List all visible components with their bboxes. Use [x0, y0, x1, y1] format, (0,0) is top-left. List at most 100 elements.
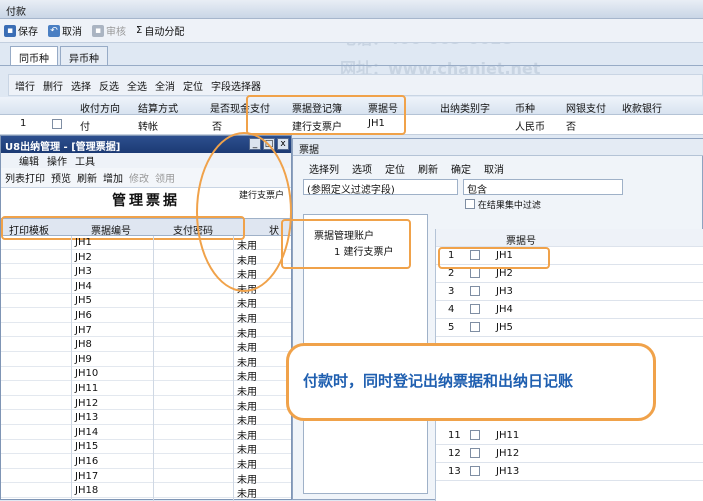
collect-button[interactable]: 领用: [155, 170, 175, 185]
row-checkbox[interactable]: [470, 466, 480, 476]
select-columns-button[interactable]: 选择列: [309, 161, 339, 177]
add-button[interactable]: 增加: [103, 170, 123, 185]
table-row[interactable]: 4 JH4: [436, 301, 703, 319]
row-checkbox[interactable]: [52, 119, 62, 129]
row-number: 11: [448, 430, 461, 441]
list-print-button[interactable]: 列表打印: [5, 170, 45, 185]
invert-select-button[interactable]: 反选: [99, 78, 119, 93]
bill-number: JH6: [75, 310, 92, 321]
bill-number: JH11: [75, 383, 99, 394]
filter-in-results-checkbox[interactable]: 在结果集中过滤: [465, 198, 541, 211]
refresh-button[interactable]: 刷新: [77, 170, 97, 185]
checkbox[interactable]: [465, 199, 475, 209]
add-row-button[interactable]: 增行: [15, 78, 35, 93]
tab-diff-currency[interactable]: 异币种: [60, 46, 108, 65]
undo-icon: ↶: [48, 24, 60, 37]
delete-row-button[interactable]: 删行: [43, 78, 63, 93]
bill-status: 未用: [237, 299, 257, 311]
confirm-button[interactable]: 确定: [451, 161, 471, 177]
note-button[interactable]: ▪ 审核: [92, 23, 126, 38]
bill-number: JH7: [75, 324, 92, 336]
save-button[interactable]: ▪ 保存: [4, 23, 38, 38]
bill-number: JH9: [75, 353, 92, 365]
list-item[interactable]: JH14 未用: [1, 426, 291, 442]
row-checkbox[interactable]: [470, 448, 480, 458]
clear-all-button[interactable]: 全消: [155, 78, 175, 93]
bill-status: 未用: [237, 387, 257, 398]
tab-same-currency[interactable]: 同币种: [10, 46, 58, 65]
filter-field-select[interactable]: (参照定义过滤字段): [303, 179, 458, 196]
list-item[interactable]: JH9 未用: [1, 353, 291, 369]
field-selector-button[interactable]: 字段选择器: [211, 78, 261, 93]
auto-assign-button[interactable]: Σ 自动分配: [136, 23, 184, 38]
bill-number: JH14: [75, 426, 99, 438]
bill-number: JH15: [75, 441, 99, 453]
bill-number: JH12: [496, 448, 520, 459]
window-title: 付款: [0, 0, 703, 19]
locate-button[interactable]: 定位: [183, 78, 203, 93]
close-icon[interactable]: x: [277, 138, 289, 150]
row-checkbox[interactable]: [470, 268, 480, 278]
edit-button[interactable]: 修改: [129, 170, 149, 185]
row-checkbox[interactable]: [470, 322, 480, 332]
bill-number: JH10: [75, 368, 99, 380]
bill-status: 未用: [237, 474, 257, 486]
list-item[interactable]: JH13 未用: [1, 412, 291, 427]
row-checkbox[interactable]: [470, 430, 480, 440]
table-row[interactable]: 3 JH3: [436, 283, 703, 301]
list-item[interactable]: JH15 未用: [1, 441, 291, 456]
list-item[interactable]: JH17 未用: [1, 470, 291, 486]
bill-number: JH17: [75, 470, 99, 482]
menu-operate[interactable]: 操作: [47, 153, 67, 168]
row-checkbox[interactable]: [470, 304, 480, 314]
list-item[interactable]: JH18 未用: [1, 485, 291, 500]
right-menu: 选择列 选项 定位 刷新 确定 取消: [293, 161, 703, 177]
bill-number: JH5: [496, 322, 513, 333]
cancel-button[interactable]: 取消: [484, 161, 504, 177]
table-row[interactable]: 5 JH5: [436, 319, 703, 337]
locate-button[interactable]: 定位: [385, 161, 405, 177]
row-number: 2: [448, 268, 455, 279]
refresh-button[interactable]: 刷新: [418, 161, 438, 177]
table-row[interactable]: 13 JH13: [436, 463, 703, 481]
select-all-button[interactable]: 全选: [127, 78, 147, 93]
bill-status: 未用: [237, 328, 257, 340]
row-number: 5: [448, 322, 455, 333]
menu-edit[interactable]: 编辑: [19, 153, 39, 168]
bill-status: 未用: [237, 430, 257, 442]
highlight-tree: [281, 219, 411, 269]
filter-op-select[interactable]: 包含: [463, 179, 623, 196]
list-item[interactable]: JH10 未用: [1, 368, 291, 384]
menu-tools[interactable]: 工具: [75, 153, 95, 168]
bill-number: JH18: [75, 485, 99, 497]
column-divider: [71, 236, 72, 501]
list-item[interactable]: JH8 未用: [1, 339, 291, 354]
grid-header: 票据号: [436, 229, 703, 247]
list-item[interactable]: JH7 未用: [1, 324, 291, 340]
highlight-register: [246, 95, 406, 135]
cancel-button[interactable]: ↶ 取消: [48, 23, 82, 38]
list-item[interactable]: JH11 未用: [1, 383, 291, 398]
select-button[interactable]: 选择: [71, 78, 91, 93]
bill-number: JH3: [75, 266, 92, 278]
sigma-icon: Σ: [136, 25, 143, 36]
row-number: 12: [448, 448, 461, 459]
list-item[interactable]: JH6 未用: [1, 310, 291, 325]
list-item[interactable]: JH12 未用: [1, 397, 291, 413]
list-item[interactable]: JH5 未用: [1, 295, 291, 311]
preview-button[interactable]: 预览: [51, 170, 71, 185]
options-button[interactable]: 选项: [352, 161, 372, 177]
note-icon: ▪: [92, 24, 104, 37]
row-checkbox[interactable]: [470, 286, 480, 296]
bill-number: JH2: [75, 251, 92, 263]
column-divider: [153, 236, 154, 501]
row-number: 4: [448, 304, 455, 315]
table-row[interactable]: 11 JH11: [436, 427, 703, 445]
bill-number: JH12: [75, 397, 99, 409]
bill-status: 未用: [237, 401, 257, 413]
highlight-row: [438, 247, 550, 269]
list-item[interactable]: JH16 未用: [1, 456, 291, 471]
bill-status: 未用: [237, 372, 257, 384]
table-row[interactable]: 12 JH12: [436, 445, 703, 463]
bill-number: JH5: [75, 295, 92, 307]
